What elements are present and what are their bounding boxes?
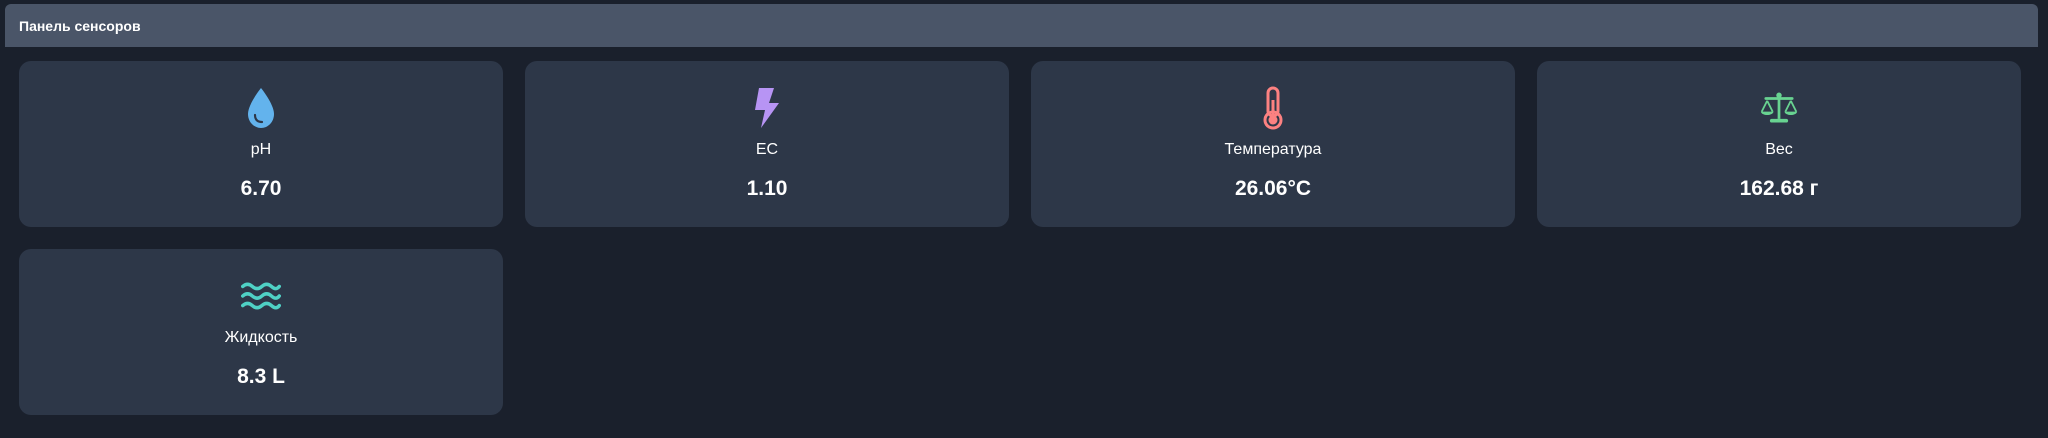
sensor-value: 6.70 bbox=[240, 177, 282, 200]
sensor-label: Жидкость bbox=[224, 329, 298, 346]
sensor-card-temperature: Температура 26.06°C bbox=[1031, 61, 1515, 227]
sensor-value: 162.68 г bbox=[1739, 177, 1819, 200]
sensor-card-ec: EC 1.10 bbox=[525, 61, 1009, 227]
scale-icon bbox=[1759, 85, 1799, 131]
sensor-label: pH bbox=[250, 141, 272, 158]
sensor-label: Вес bbox=[1765, 141, 1793, 158]
droplet-icon bbox=[241, 85, 281, 131]
thermometer-icon bbox=[1253, 85, 1293, 131]
sensor-value: 8.3 L bbox=[237, 365, 285, 388]
sensor-card-liquid: Жидкость 8.3 L bbox=[19, 249, 503, 415]
panel-header: Панель сенсоров bbox=[5, 4, 2038, 47]
sensor-card-ph: pH 6.70 bbox=[19, 61, 503, 227]
sensor-value: 1.10 bbox=[746, 177, 788, 200]
water-waves-icon bbox=[241, 273, 281, 319]
sensor-panel: Панель сенсоров pH 6.70 EC 1.10 Температ… bbox=[5, 4, 2038, 435]
sensor-value: 26.06°C bbox=[1234, 177, 1312, 200]
sensor-label: Температура bbox=[1224, 141, 1322, 158]
sensor-grid: pH 6.70 EC 1.10 Температура 26.06°C Вес … bbox=[19, 61, 2021, 415]
sensor-label: EC bbox=[755, 141, 779, 158]
bolt-icon bbox=[747, 85, 787, 131]
panel-title: Панель сенсоров bbox=[19, 17, 141, 34]
sensor-card-weight: Вес 162.68 г bbox=[1537, 61, 2021, 227]
